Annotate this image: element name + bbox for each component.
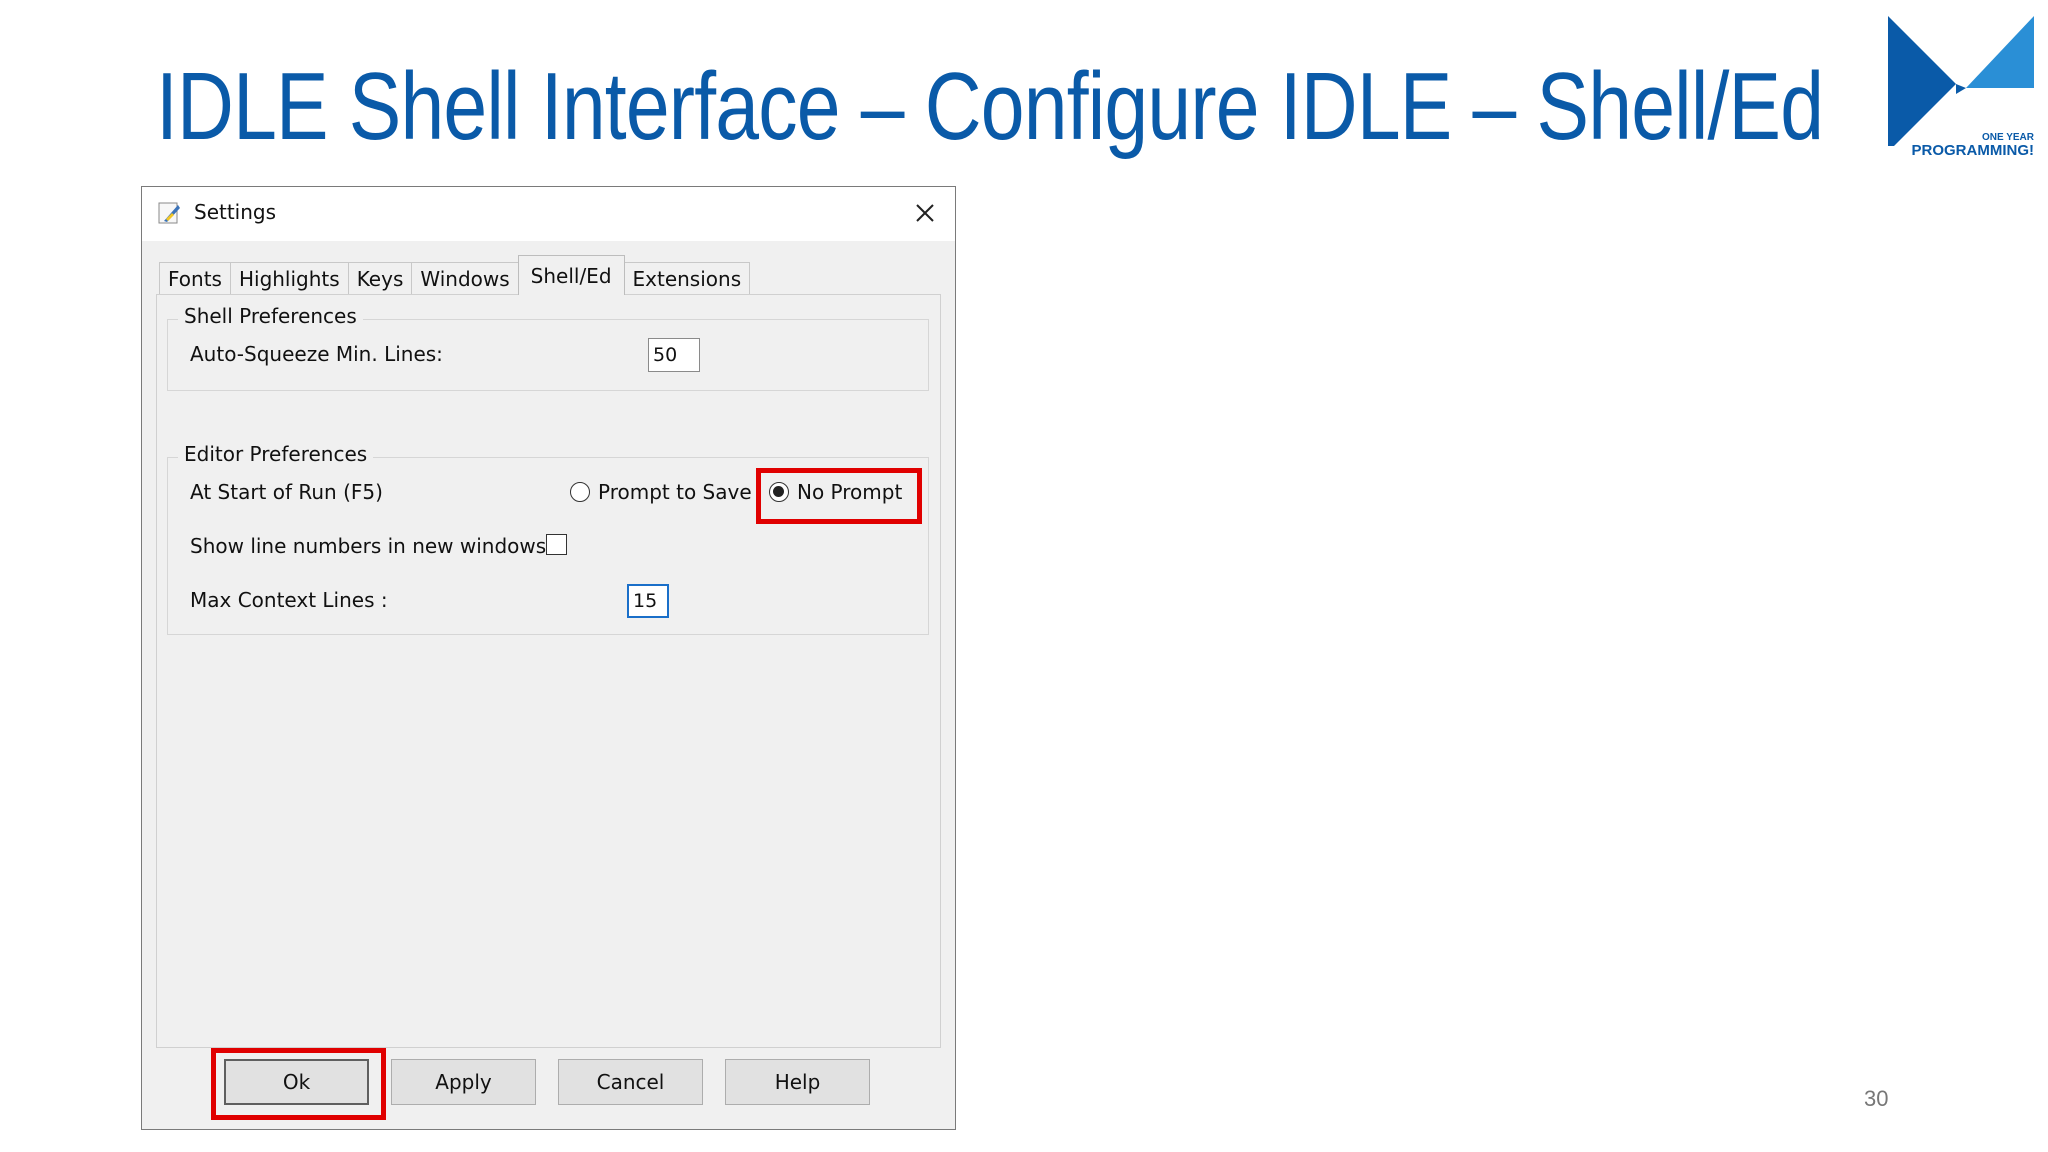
- close-icon[interactable]: [905, 193, 945, 233]
- slide-title: IDLE Shell Interface – Configure IDLE – …: [156, 53, 1824, 160]
- help-button[interactable]: Help: [725, 1059, 870, 1105]
- tab-panel: Shell Preferences Auto-Squeeze Min. Line…: [156, 294, 941, 1048]
- tab-keys[interactable]: Keys: [347, 262, 413, 295]
- tab-shell-ed[interactable]: Shell/Ed: [517, 255, 625, 295]
- cancel-button[interactable]: Cancel: [558, 1059, 703, 1105]
- ok-button[interactable]: Ok: [224, 1059, 369, 1105]
- prompt-to-save-label: Prompt to Save: [598, 480, 752, 504]
- radio-circle-on: [769, 482, 789, 502]
- auto-squeeze-input[interactable]: [648, 338, 700, 372]
- logo-line2: PROGRAMMING!: [1911, 142, 2035, 159]
- tab-windows[interactable]: Windows: [411, 262, 519, 295]
- tab-highlights[interactable]: Highlights: [229, 262, 349, 295]
- apply-button[interactable]: Apply: [391, 1059, 536, 1105]
- python-feather-icon: [156, 199, 184, 227]
- tab-fonts[interactable]: Fonts: [159, 262, 231, 295]
- shell-preferences-label: Shell Preferences: [178, 304, 363, 328]
- dialog-titlebar: Settings: [142, 187, 955, 241]
- tab-extensions[interactable]: Extensions: [623, 262, 751, 295]
- line-numbers-checkbox[interactable]: [546, 534, 567, 555]
- shell-preferences-group: Shell Preferences Auto-Squeeze Min. Line…: [167, 304, 929, 391]
- page-number: 30: [1864, 1086, 1889, 1111]
- no-prompt-radio[interactable]: No Prompt: [769, 480, 902, 504]
- line-numbers-label: Show line numbers in new windows: [190, 534, 547, 558]
- auto-squeeze-label: Auto-Squeeze Min. Lines:: [190, 342, 443, 366]
- prompt-to-save-radio[interactable]: Prompt to Save: [570, 480, 752, 504]
- radio-circle-off: [570, 482, 590, 502]
- max-context-label: Max Context Lines :: [190, 588, 388, 612]
- settings-dialog: Settings Fonts Highlights Keys Windows S…: [141, 186, 956, 1130]
- bowtie-logo-icon: ONE YEAR PROGRAMMING!: [1888, 16, 2034, 162]
- logo-text: ONE YEAR PROGRAMMING!: [1911, 133, 2035, 159]
- editor-preferences-label: Editor Preferences: [178, 442, 374, 466]
- editor-preferences-group: Editor Preferences At Start of Run (F5) …: [167, 442, 929, 635]
- max-context-input[interactable]: [627, 584, 669, 618]
- run-f5-label: At Start of Run (F5): [190, 480, 383, 504]
- no-prompt-label: No Prompt: [797, 480, 903, 504]
- dialog-title: Settings: [194, 200, 277, 224]
- tab-bar: Fonts Highlights Keys Windows Shell/Ed E…: [159, 255, 751, 295]
